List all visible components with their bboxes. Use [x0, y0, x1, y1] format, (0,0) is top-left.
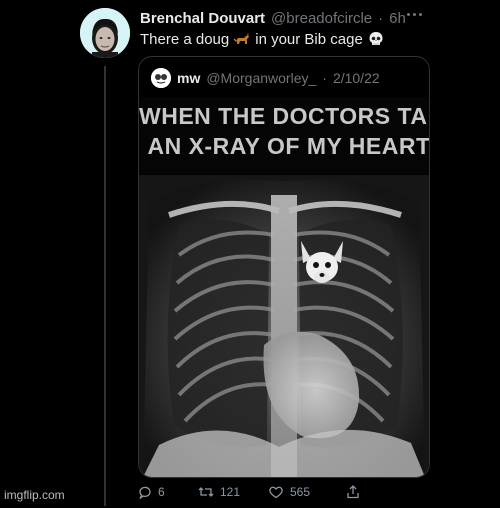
tweet-text: There a doug in your Bib cage — [140, 30, 385, 48]
like-count: 565 — [290, 485, 311, 499]
author-name[interactable]: Brenchal Douvart — [140, 10, 265, 27]
share-button[interactable] — [346, 485, 366, 499]
more-options-icon[interactable] — [402, 6, 426, 22]
meme-caption-line-2: AN X-RAY OF MY HEART — [147, 133, 430, 159]
like-button[interactable]: 565 — [268, 485, 346, 499]
meme-image[interactable]: WHEN THE DOCTORS TAKES AN X-RAY OF MY HE… — [139, 97, 429, 477]
quoted-author-handle[interactable]: @Morganworley_ — [206, 70, 316, 86]
meme-caption-line-1: WHEN THE DOCTORS TAKES — [139, 103, 429, 129]
retweet-icon — [198, 487, 214, 497]
quoted-tweet-header: mw @Morganworley_ · 2/10/22 — [151, 67, 419, 89]
quoted-separator-dot: · — [322, 70, 327, 86]
author-handle[interactable]: @breadofcircle — [271, 10, 372, 27]
skull-emoji-icon — [367, 30, 385, 48]
heart-icon — [269, 486, 283, 499]
share-icon — [347, 485, 359, 499]
reply-icon — [139, 486, 151, 499]
quoted-author-name[interactable]: mw — [177, 70, 200, 86]
tweet-actions: 6 121 565 — [138, 484, 388, 500]
imgflip-watermark: imgflip.com — [4, 488, 65, 502]
chest-xray-image — [139, 175, 429, 477]
separator-dot: · — [378, 10, 384, 27]
quoted-avatar[interactable] — [151, 68, 171, 88]
reply-button[interactable]: 6 — [138, 485, 198, 499]
tweet-text-part-2: in your Bib cage — [255, 30, 363, 48]
screenshot-stage: Brenchal Douvart @breadofcircle · 6h The… — [0, 0, 500, 508]
retweet-count: 121 — [220, 485, 241, 499]
dog-emoji-icon — [233, 30, 251, 48]
quoted-date[interactable]: 2/10/22 — [333, 70, 380, 86]
tweet-header: Brenchal Douvart @breadofcircle · 6h — [140, 10, 430, 30]
tweet-text-part-1: There a doug — [140, 30, 230, 48]
avatar[interactable] — [80, 8, 130, 58]
thread-line — [104, 66, 106, 506]
quoted-tweet[interactable]: mw @Morganworley_ · 2/10/22 WHEN THE DOC… — [138, 56, 430, 478]
reply-count: 6 — [158, 485, 165, 499]
meme-caption: WHEN THE DOCTORS TAKES AN X-RAY OF MY HE… — [139, 101, 430, 161]
retweet-button[interactable]: 121 — [198, 485, 268, 499]
